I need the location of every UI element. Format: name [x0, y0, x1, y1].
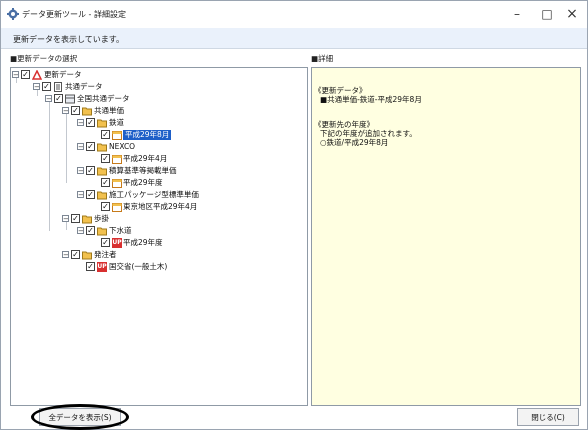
collapse-expander[interactable]: − — [77, 143, 84, 151]
calendar-icon — [112, 155, 122, 164]
checkbox-checked[interactable]: ✓ — [86, 262, 95, 271]
folder-open-icon — [82, 215, 92, 224]
tree-label: 共通単価 — [94, 106, 124, 115]
status-bar: 更新データを表示しています。 — [1, 28, 587, 49]
collapse-expander[interactable]: − — [12, 71, 19, 79]
folder-icon — [97, 167, 107, 176]
tree-label-selected: 平成29年8月 — [123, 130, 172, 140]
collapse-expander[interactable]: − — [62, 215, 69, 223]
checkbox-checked[interactable]: ✓ — [42, 82, 51, 91]
right-panel-header: ■詳細 — [311, 54, 334, 63]
tree-connector — [66, 111, 67, 183]
database-icon — [65, 94, 75, 104]
checkbox-checked[interactable]: ✓ — [86, 118, 95, 127]
update-data-tree[interactable]: − ✓ 更新データ − ✓ 共通データ − ✓ 全国共通データ − ✓ 共通単価 — [10, 67, 308, 406]
tree-label: 平成29年度 — [123, 238, 163, 247]
checkbox-checked[interactable]: ✓ — [54, 94, 63, 103]
tree-label: 下水道 — [109, 226, 132, 235]
minimize-button[interactable]: – — [503, 5, 531, 23]
tree-label: 歩掛 — [94, 214, 109, 223]
collapse-expander[interactable]: − — [62, 107, 69, 115]
folder-icon — [97, 119, 107, 128]
folder-icon — [97, 227, 107, 236]
collapse-expander[interactable]: − — [45, 95, 52, 103]
tree-label: 全国共通データ — [77, 94, 130, 103]
tree-label: 東京地区平成29年4月 — [123, 202, 198, 211]
window-title: データ更新ツール - 詳細設定 — [22, 10, 126, 19]
checkbox-checked[interactable]: ✓ — [86, 226, 95, 235]
collapse-expander[interactable]: − — [77, 119, 84, 127]
update-badge-icon: UP — [112, 238, 122, 248]
document-icon — [54, 82, 62, 92]
collapse-expander[interactable]: − — [77, 191, 84, 199]
checkbox-checked[interactable]: ✓ — [86, 166, 95, 175]
checkbox-checked[interactable]: ✓ — [101, 202, 110, 211]
collapse-expander[interactable]: − — [33, 83, 40, 91]
checkbox-checked[interactable]: ✓ — [101, 238, 110, 247]
checkbox-checked[interactable]: ✓ — [86, 142, 95, 151]
detail-update-data-value: ■共通単価-鉄道-平成29年8月 — [320, 95, 422, 104]
checkbox-checked[interactable]: ✓ — [21, 70, 30, 79]
update-badge-icon: UP — [97, 262, 107, 272]
tree-label: 発注者 — [94, 250, 117, 259]
folder-icon — [97, 143, 107, 152]
update-data-icon — [32, 70, 42, 80]
tree-label: 平成29年度 — [123, 178, 163, 187]
checkbox-checked[interactable]: ✓ — [71, 250, 80, 259]
tree-label: 施工パッケージ型標準単価 — [109, 190, 199, 199]
highlight-circle — [31, 404, 129, 430]
checkbox-checked[interactable]: ✓ — [101, 178, 110, 187]
folder-open-icon — [82, 107, 92, 116]
checkbox-checked[interactable]: ✓ — [71, 214, 80, 223]
tree-label: 更新データ — [44, 70, 82, 79]
folder-open-icon — [82, 251, 92, 260]
tree-label: 共通データ — [65, 82, 103, 91]
calendar-icon — [112, 179, 122, 188]
maximize-button[interactable]: □ — [533, 5, 561, 23]
left-panel-header: ■更新データの選択 — [10, 54, 78, 63]
detail-target-year-value: ○鉄道/平成29年8月 — [320, 138, 389, 147]
checkbox-checked[interactable]: ✓ — [101, 130, 110, 139]
collapse-expander[interactable]: − — [77, 227, 84, 235]
detail-panel: 《更新データ》 ■共通単価-鉄道-平成29年8月 《更新先の年度》 下記の年度が… — [311, 67, 581, 406]
folder-icon — [97, 191, 107, 200]
checkbox-checked[interactable]: ✓ — [71, 106, 80, 115]
close-button[interactable]: 閉じる(C) — [517, 408, 579, 426]
main-window: データ更新ツール - 詳細設定 – □ × 更新データを表示しています。 ■更新… — [0, 0, 588, 430]
tree-label: 平成29年4月 — [123, 154, 168, 163]
tree-connector — [49, 99, 50, 231]
checkbox-checked[interactable]: ✓ — [86, 190, 95, 199]
calendar-icon — [112, 131, 122, 140]
tree-label: NEXCO — [109, 142, 136, 151]
tree-label: 国交省(一般土木) — [109, 262, 168, 271]
app-gear-icon — [7, 8, 19, 20]
collapse-expander[interactable]: − — [77, 167, 84, 175]
tree-label: 積算基準等掲載単価 — [109, 166, 177, 175]
collapse-expander[interactable]: − — [62, 251, 69, 259]
tree-label: 鉄道 — [109, 118, 124, 127]
close-window-button[interactable]: × — [558, 5, 586, 23]
calendar-icon — [112, 203, 122, 212]
checkbox-checked[interactable]: ✓ — [101, 154, 110, 163]
title-bar: データ更新ツール - 詳細設定 – □ × — [1, 1, 587, 27]
status-text: 更新データを表示しています。 — [13, 35, 124, 44]
